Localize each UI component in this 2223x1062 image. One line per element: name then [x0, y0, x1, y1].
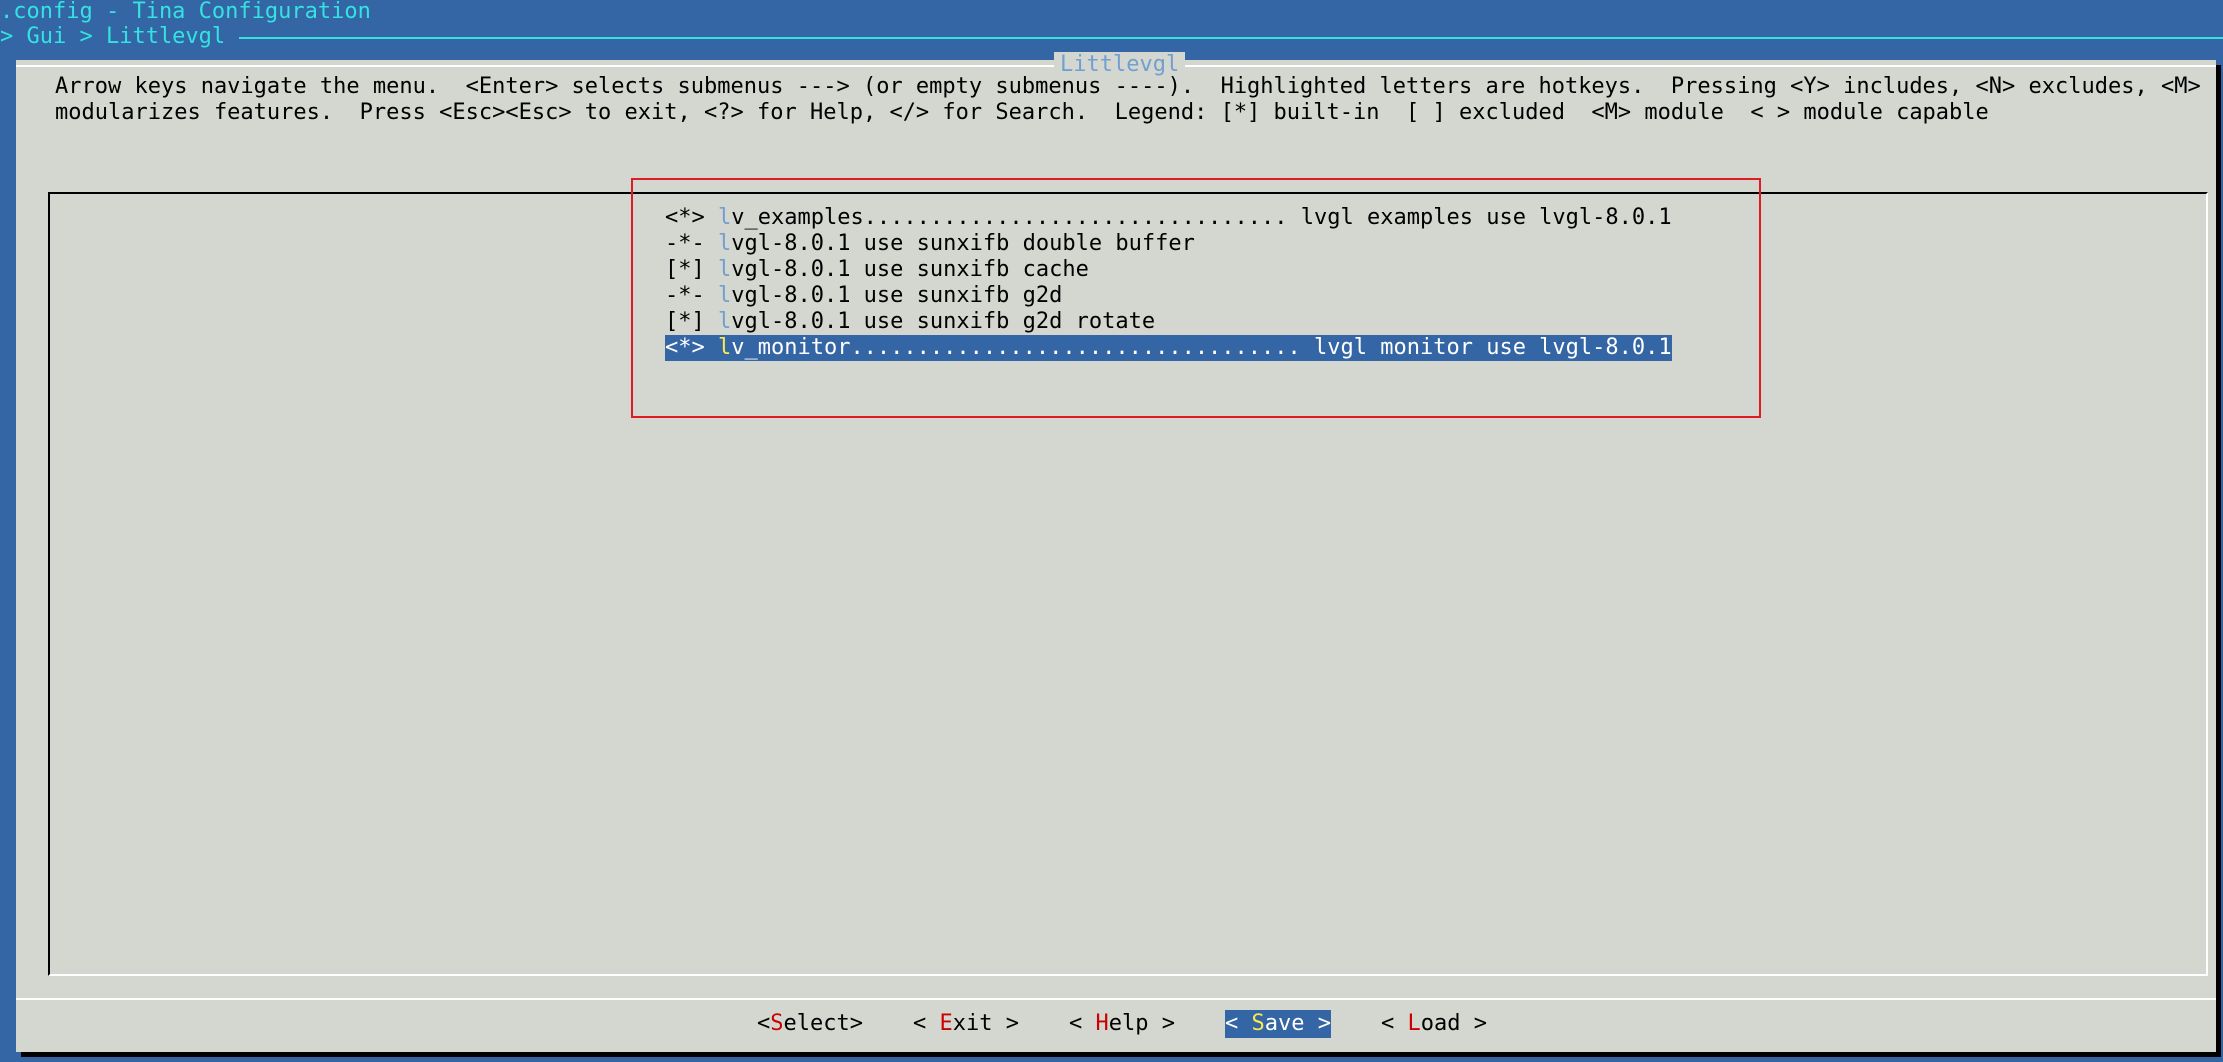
help-line-2: modularizes features. Press <Esc><Esc> t…: [55, 100, 1989, 125]
breadcrumb-rule: [239, 37, 2223, 39]
button-bar: <Select> < Exit > < Help > < Save > < Lo…: [0, 1010, 2223, 1038]
load-button[interactable]: < Load >: [1381, 1010, 1487, 1038]
breadcrumb: > Gui > Littlevgl: [0, 24, 2223, 50]
window-title: .config - Tina Configuration: [0, 0, 371, 24]
button-hotkey: E: [939, 1011, 953, 1036]
button-hotkey: L: [1407, 1011, 1421, 1036]
annotation-highlight-box: [631, 178, 1761, 418]
button-bracket: <: [1069, 1011, 1096, 1036]
button-bracket: <: [1225, 1011, 1252, 1036]
button-label: oad >: [1420, 1011, 1487, 1036]
exit-button[interactable]: < Exit >: [913, 1010, 1019, 1038]
button-label: elp >: [1108, 1011, 1175, 1036]
help-line-1: Arrow keys navigate the menu. <Enter> se…: [55, 74, 2201, 99]
button-hotkey: H: [1095, 1011, 1109, 1036]
button-label: elect>: [783, 1011, 863, 1036]
help-button[interactable]: < Help >: [1069, 1010, 1175, 1038]
save-button[interactable]: < Save >: [1225, 1010, 1331, 1038]
button-label: xit >: [952, 1011, 1019, 1036]
button-hotkey: S: [1251, 1011, 1265, 1036]
button-bracket: <: [1381, 1011, 1408, 1036]
button-hotkey: S: [770, 1011, 784, 1036]
button-bracket: <: [913, 1011, 940, 1036]
help-text: Arrow keys navigate the menu. <Enter> se…: [55, 74, 2201, 126]
breadcrumb-text: > Gui > Littlevgl: [0, 24, 226, 49]
button-label: ave >: [1264, 1011, 1331, 1036]
select-button[interactable]: <Select>: [757, 1010, 863, 1038]
button-bracket: <: [757, 1011, 771, 1036]
button-divider: [16, 998, 2216, 1000]
